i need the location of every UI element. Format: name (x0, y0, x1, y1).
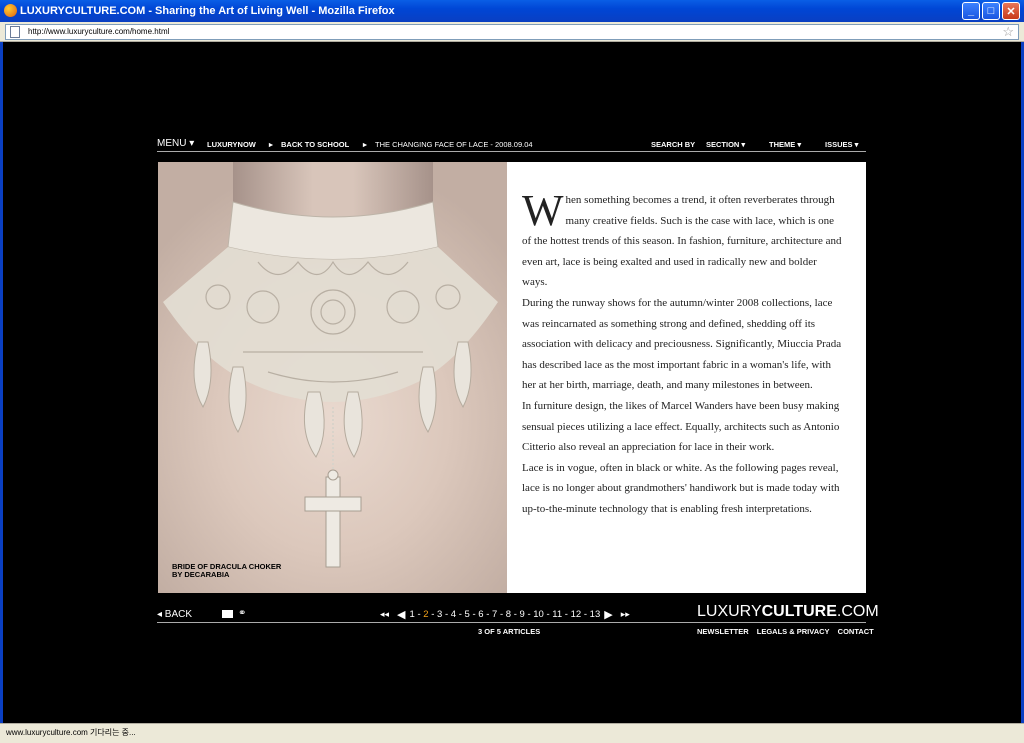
photo-caption: BRIDE OF DRACULA CHOKER BY DECARABIA (172, 562, 282, 579)
page-separator: - (456, 609, 465, 620)
page-separator: - (581, 609, 590, 620)
nav-back-to-school[interactable]: BACK TO SCHOOL (281, 140, 349, 149)
window-frame-left (0, 42, 3, 723)
page-separator: - (469, 609, 479, 620)
page-separator: - (562, 609, 571, 620)
first-page-icon[interactable]: ◂◂ (380, 609, 389, 620)
share-link-icon[interactable]: ⚭ (238, 608, 246, 619)
email-icon[interactable] (222, 610, 233, 618)
page-separator: - (428, 609, 438, 620)
theme-dropdown[interactable]: THEME ▾ (769, 140, 801, 149)
nav-current-article: THE CHANGING FACE OF LACE - 2008.09.04 (375, 140, 533, 149)
footer-divider (157, 622, 866, 623)
bookmark-star-icon[interactable]: ☆ (1002, 24, 1014, 40)
url-input[interactable]: http://www.luxuryculture.com/home.html (5, 24, 1019, 40)
status-bar: www.luxuryculture.com 기다리는 중... (0, 723, 1024, 743)
window-title: LUXURYCULTURE.COM - Sharing the Art of L… (20, 5, 395, 17)
firefox-icon (4, 4, 17, 17)
address-bar: http://www.luxuryculture.com/home.html ☆ (0, 22, 1024, 42)
article-paragraph: hen something becomes a trend, it often … (522, 194, 842, 289)
next-page-icon[interactable]: ▶ (604, 608, 612, 621)
pagination: ◂◂ ◀ 1 - 2 - 3 - 4 - 5 - 6 - 7 - 8 - 9 -… (376, 608, 634, 621)
lace-choker-image (163, 201, 498, 568)
page-separator: - (483, 609, 493, 620)
page-icon (10, 26, 20, 38)
top-navigation: MENU ▾ LUXURYNOW ▸ BACK TO SCHOOL ▸ THE … (157, 138, 866, 152)
page-separator: - (511, 609, 520, 620)
section-dropdown[interactable]: SECTION ▾ (706, 140, 745, 149)
page-link-12[interactable]: 12 (571, 609, 582, 620)
maximize-button[interactable]: □ (982, 2, 1000, 20)
article-body: W hen something becomes a trend, it ofte… (507, 162, 866, 593)
contact-link[interactable]: CONTACT (838, 627, 874, 636)
search-by-label: SEARCH BY (651, 140, 696, 149)
lace-choker-photo: BRIDE OF DRACULA CHOKER BY DECARABIA (158, 162, 507, 593)
minimize-button[interactable]: _ (962, 2, 980, 20)
page-separator: - (497, 609, 506, 620)
menu-button[interactable]: MENU ▾ (157, 138, 194, 149)
window-titlebar: LUXURYCULTURE.COM - Sharing the Art of L… (0, 0, 1024, 22)
nav-luxurynow[interactable]: LUXURYNOW (207, 140, 256, 149)
newsletter-link[interactable]: NEWSLETTER (697, 627, 749, 636)
page-link-13[interactable]: 13 (590, 609, 601, 620)
drop-cap: W (522, 186, 564, 235)
page-separator: - (524, 609, 534, 620)
page-separator: - (442, 609, 451, 620)
footer-links: NEWSLETTER LEGALS & PRIVACY CONTACT (697, 627, 880, 636)
prev-page-icon[interactable]: ◀ (397, 608, 405, 621)
article-paragraph: Lace is in vogue, often in black or whit… (522, 461, 840, 515)
close-button[interactable]: ✕ (1002, 2, 1020, 20)
page-link-10[interactable]: 10 (533, 609, 544, 620)
last-page-icon[interactable]: ▸▸ (621, 609, 630, 620)
legals-link[interactable]: LEGALS & PRIVACY (757, 627, 830, 636)
page-link-11[interactable]: 11 (552, 609, 562, 620)
page-separator: - (414, 609, 424, 620)
articles-count: 3 OF 5 ARTICLES (478, 627, 541, 636)
back-link[interactable]: ◂ BACK (157, 609, 192, 620)
breadcrumb-arrow-icon: ▸ (269, 140, 273, 149)
page-numbers: 1 - 2 - 3 - 4 - 5 - 6 - 7 - 8 - 9 - 10 -… (410, 609, 601, 620)
article-paragraph: During the runway shows for the autumn/w… (522, 296, 842, 392)
breadcrumb-arrow-icon: ▸ (363, 140, 367, 149)
site-logo[interactable]: LUXURYCULTURE.COM (697, 603, 879, 621)
article-paragraph: In furniture design, the likes of Marcel… (522, 399, 840, 454)
issues-dropdown[interactable]: ISSUES ▾ (825, 140, 858, 149)
